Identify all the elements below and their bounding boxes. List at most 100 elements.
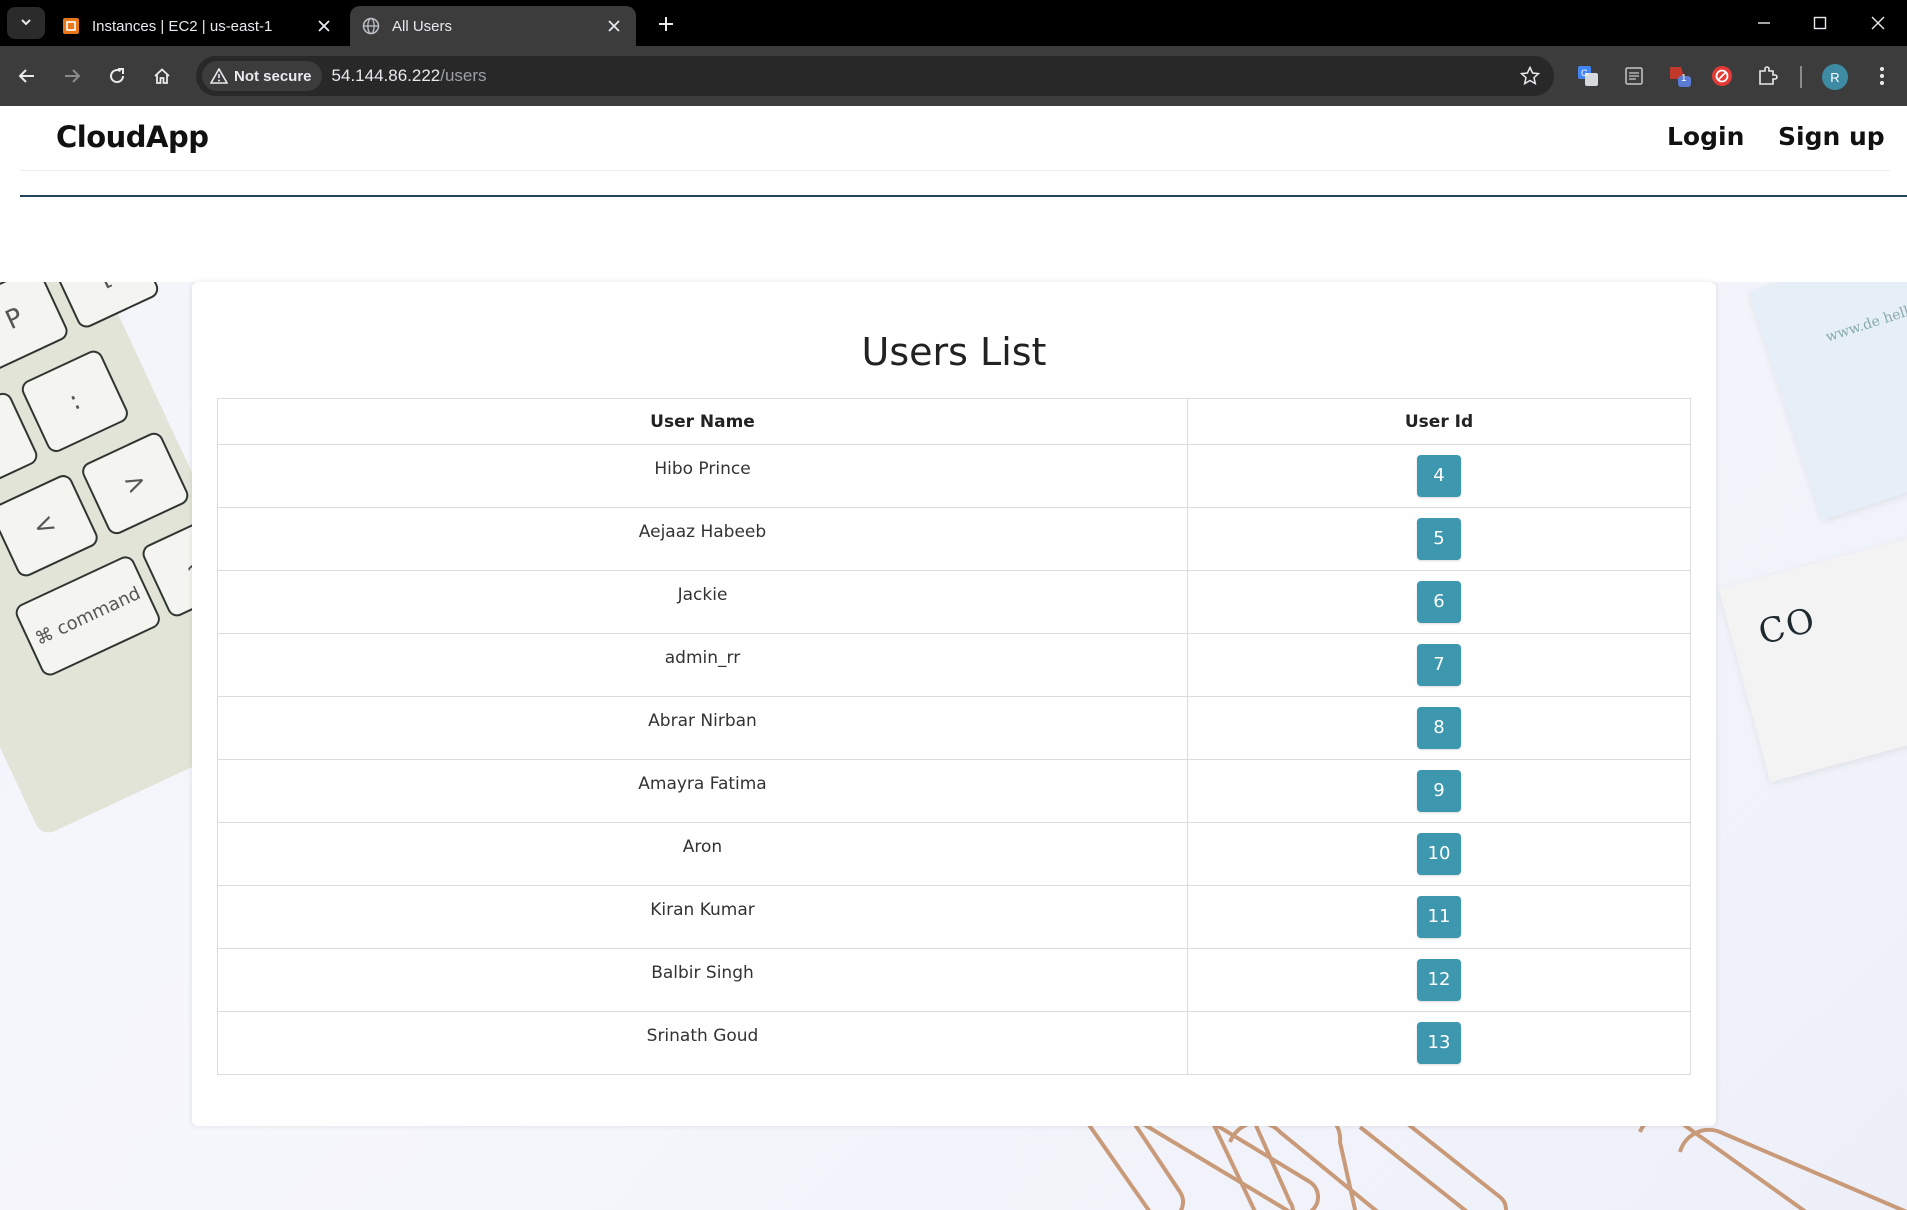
tab-title: Instances | EC2 | us-east-1: [92, 17, 273, 35]
table-row: Jackie 6: [217, 570, 1691, 634]
brand-logo[interactable]: CloudApp: [56, 120, 209, 154]
toolbar-divider: [1800, 66, 1802, 88]
tab-ec2-instances[interactable]: Instances | EC2 | us-east-1: [50, 6, 346, 46]
keyboard-key: >: [78, 429, 192, 538]
card-logo: CO: [1754, 599, 1821, 654]
table-row: Amayra Fatima 9: [217, 759, 1691, 823]
navbar-bottom-rule: [20, 195, 1907, 197]
user-name-cell: Kiran Kumar: [217, 885, 1188, 949]
user-id-badge[interactable]: 8: [1417, 707, 1461, 749]
users-table: User Name User Id Hibo Prince 4 Aejaaz H…: [217, 398, 1691, 1075]
browser-menu-icon[interactable]: [1866, 60, 1898, 92]
user-id-cell: 11: [1187, 885, 1691, 949]
user-id-badge[interactable]: 13: [1417, 1022, 1461, 1064]
minimize-window-button[interactable]: [1744, 6, 1784, 40]
site-navbar: CloudApp Login Sign up: [0, 106, 1907, 197]
keyboard-key: :: [18, 347, 132, 456]
business-card-decoration: www.de hello@de: [1748, 282, 1907, 521]
user-name-cell: Aron: [217, 822, 1188, 886]
extension-badge-icon[interactable]: 1: [1664, 60, 1696, 92]
reader-mode-icon[interactable]: [1618, 60, 1650, 92]
close-window-button[interactable]: [1858, 6, 1898, 40]
bookmark-star-icon[interactable]: [1518, 64, 1542, 88]
site-security-chip[interactable]: Not secure: [202, 61, 322, 91]
table-row: Hibo Prince 4: [217, 444, 1691, 508]
user-name-cell: Hibo Prince: [217, 444, 1188, 508]
tab-title: All Users: [392, 17, 453, 35]
table-row: Aejaaz Habeeb 5: [217, 507, 1691, 571]
user-id-badge[interactable]: 5: [1417, 518, 1461, 560]
globe-icon: [362, 17, 380, 35]
user-id-cell: 13: [1187, 1011, 1691, 1075]
warning-triangle-icon: [210, 68, 228, 84]
web-page: CloudApp Login Sign up P [ : L > < ~ ⌘ c…: [0, 106, 1907, 1210]
user-id-cell: 12: [1187, 948, 1691, 1012]
table-row: Abrar Nirban 8: [217, 696, 1691, 760]
user-id-cell: 4: [1187, 444, 1691, 508]
table-row: Aron 10: [217, 822, 1691, 886]
user-id-cell: 5: [1187, 507, 1691, 571]
user-id-badge[interactable]: 10: [1417, 833, 1461, 875]
chevron-down-icon: [19, 14, 33, 33]
home-button[interactable]: [145, 59, 179, 93]
business-card-decoration: CO: [1718, 521, 1907, 783]
new-tab-button[interactable]: [652, 10, 680, 38]
keyboard-key: <: [0, 471, 101, 580]
user-id-badge[interactable]: 7: [1417, 644, 1461, 686]
user-name-cell: Balbir Singh: [217, 948, 1188, 1012]
user-id-badge[interactable]: 4: [1417, 455, 1461, 497]
reload-button[interactable]: [100, 59, 134, 93]
user-name-cell: Amayra Fatima: [217, 759, 1188, 823]
user-id-cell: 9: [1187, 759, 1691, 823]
user-id-cell: 10: [1187, 822, 1691, 886]
user-id-badge[interactable]: 9: [1417, 770, 1461, 812]
tab-search-button[interactable]: [7, 7, 45, 39]
back-button[interactable]: [10, 59, 44, 93]
table-header-row: User Name User Id: [217, 398, 1691, 445]
svg-text:G: G: [1581, 68, 1588, 78]
url-text[interactable]: 54.144.86.222/users: [332, 66, 487, 86]
table-row: Srinath Goud 13: [217, 1011, 1691, 1075]
url-host: 54.144.86.222: [331, 66, 441, 85]
url-path: /users: [440, 66, 487, 85]
column-header-user-name: User Name: [217, 398, 1188, 445]
table-row: Balbir Singh 12: [217, 948, 1691, 1012]
address-bar[interactable]: Not secure 54.144.86.222/users: [196, 56, 1554, 96]
user-id-cell: 7: [1187, 633, 1691, 697]
user-id-badge[interactable]: 6: [1417, 581, 1461, 623]
user-name-cell: Srinath Goud: [217, 1011, 1188, 1075]
profile-avatar[interactable]: R: [1822, 64, 1848, 90]
profile-initial: R: [1830, 69, 1840, 85]
keyboard-key: P: [0, 282, 71, 374]
card-text: www.de hello@de: [1823, 291, 1907, 346]
maximize-window-button[interactable]: [1800, 6, 1840, 40]
column-header-user-id: User Id: [1187, 398, 1691, 445]
user-name-cell: admin_rr: [217, 633, 1188, 697]
extension-badge-count: 1: [1681, 73, 1687, 84]
user-name-cell: Abrar Nirban: [217, 696, 1188, 760]
user-id-cell: 6: [1187, 570, 1691, 634]
navbar-divider: [20, 170, 1890, 171]
close-tab-icon[interactable]: [604, 16, 624, 36]
user-id-badge[interactable]: 12: [1417, 959, 1461, 1001]
table-row: admin_rr 7: [217, 633, 1691, 697]
user-name-cell: Aejaaz Habeeb: [217, 507, 1188, 571]
blocker-extension-icon[interactable]: [1706, 60, 1738, 92]
login-link[interactable]: Login: [1667, 122, 1744, 151]
table-row: Kiran Kumar 11: [217, 885, 1691, 949]
browser-tab-strip: Instances | EC2 | us-east-1 All Users: [0, 0, 1907, 46]
google-translate-extension-icon[interactable]: G: [1572, 60, 1604, 92]
user-id-badge[interactable]: 11: [1417, 896, 1461, 938]
forward-button[interactable]: [55, 59, 89, 93]
users-panel: Users List User Name User Id Hibo Prince…: [192, 282, 1716, 1126]
page-title: Users List: [861, 330, 1047, 374]
signup-link[interactable]: Sign up: [1778, 122, 1885, 151]
aws-ec2-icon: [62, 17, 80, 35]
security-label: Not secure: [234, 67, 312, 85]
extensions-puzzle-icon[interactable]: [1752, 60, 1784, 92]
keyboard-key: [: [48, 282, 162, 331]
close-tab-icon[interactable]: [314, 16, 334, 36]
user-name-cell: Jackie: [217, 570, 1188, 634]
tab-all-users[interactable]: All Users: [350, 6, 636, 46]
browser-toolbar: Not secure 54.144.86.222/users G 1 R: [0, 46, 1907, 106]
